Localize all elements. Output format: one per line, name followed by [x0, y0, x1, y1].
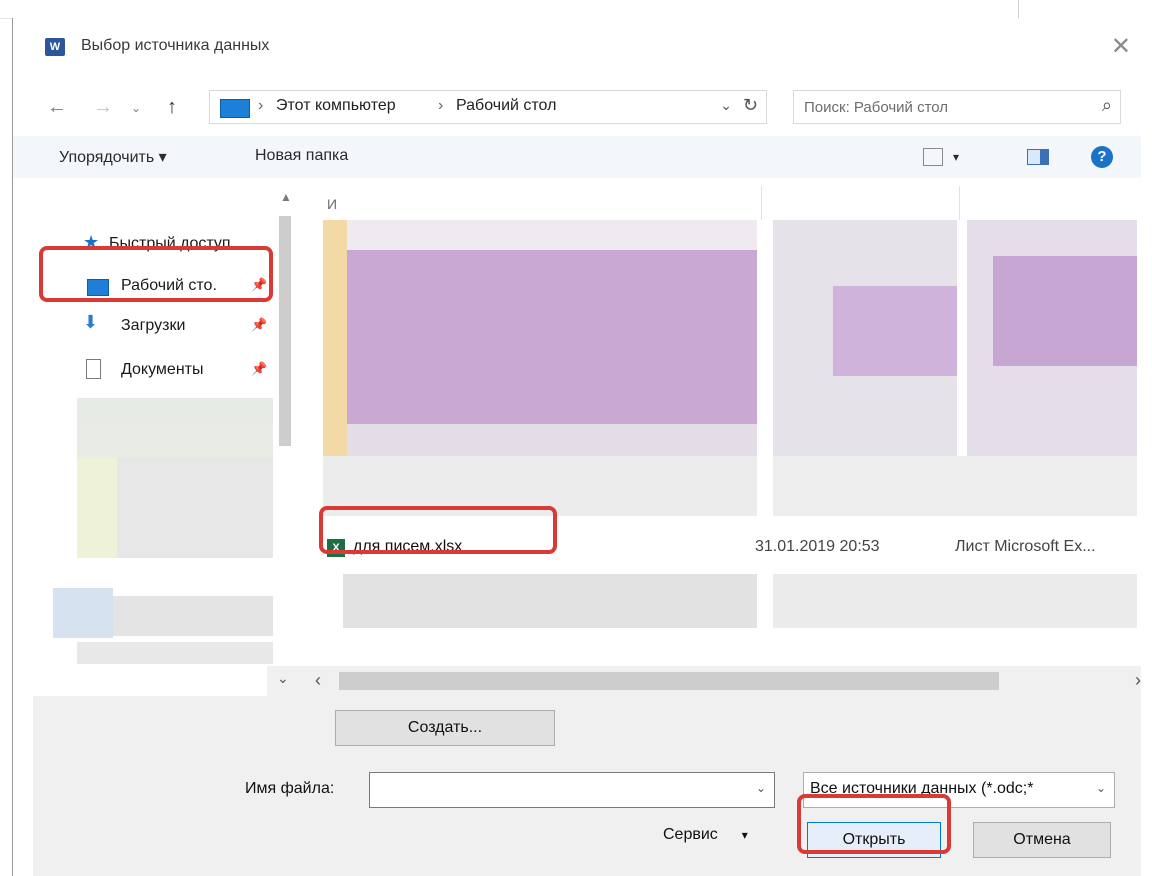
blurred-region [53, 588, 113, 638]
file-type-select[interactable]: Все источники данных (*.odc;* ⌄ [803, 772, 1115, 808]
blurred-region [323, 456, 757, 516]
file-list: И ˆ X для писем.xlsx 31.01.2019 20:53 Ли… [303, 186, 1141, 666]
address-bar[interactable]: › Этот компьютер › Рабочий стол ⌄ ↻ [209, 90, 767, 124]
open-dialog: W Выбор источника данных ✕ ← → ⌄ ↑ › Это… [12, 18, 1152, 876]
view-caret-icon[interactable]: ▾ [953, 150, 959, 164]
blurred-region [77, 458, 117, 558]
help-icon[interactable]: ? [1091, 146, 1113, 168]
desktop-icon [87, 279, 109, 296]
file-type-value: Все источники данных (*.odc;* [810, 780, 1034, 797]
chevron-down-icon: ⌄ [1095, 781, 1106, 795]
refresh-icon[interactable]: ↻ [743, 95, 758, 116]
pin-icon: 📌 [251, 317, 268, 332]
scroll-up-icon[interactable]: ▲ [280, 190, 292, 204]
navigation-scrollbar[interactable]: ▲ [277, 186, 293, 666]
horizontal-scrollbar[interactable]: ‹ › [303, 666, 1141, 696]
blurred-region [993, 256, 1137, 366]
file-date: 31.01.2019 20:53 [755, 538, 880, 555]
view-options-icon[interactable] [923, 148, 943, 166]
nav-item-label: Загрузки [121, 317, 186, 334]
blurred-region [343, 574, 757, 628]
navigation-scroll-down[interactable]: ⌄ [267, 666, 303, 696]
blurred-region [77, 642, 273, 664]
title-bar: W Выбор источника данных ✕ [13, 18, 1141, 78]
back-arrow-icon[interactable]: ← [47, 96, 67, 119]
close-icon[interactable]: ✕ [1111, 32, 1131, 61]
caret-down-icon: ▾ [741, 828, 748, 842]
nav-item-label: Документы [121, 361, 204, 378]
divider [1018, 0, 1019, 18]
blurred-region [833, 286, 957, 376]
blurred-region [773, 574, 1137, 628]
recent-locations-icon[interactable]: ⌄ [131, 101, 141, 115]
blurred-region [323, 220, 347, 456]
column-divider[interactable] [959, 186, 960, 220]
new-folder-button[interactable]: Новая папка [255, 147, 348, 165]
address-row: ← → ⌄ ↑ › Этот компьютер › Рабочий стол … [13, 90, 1141, 126]
blurred-region [77, 398, 273, 424]
organize-button[interactable]: Упорядочить ▾ [59, 147, 167, 167]
up-arrow-icon[interactable]: ↑ [167, 96, 177, 119]
document-icon [86, 359, 101, 379]
blurred-region [113, 596, 273, 636]
scroll-right-icon[interactable]: › [1135, 670, 1141, 691]
background-window-strip [0, 0, 1152, 19]
nav-item-label: Быстрый доступ [109, 235, 231, 252]
breadcrumb-separator: › [438, 97, 444, 114]
star-icon: ★ [83, 232, 100, 252]
download-arrow-icon: ⬇ [83, 312, 99, 332]
search-icon[interactable]: ⌕ [1102, 95, 1112, 116]
pin-icon: 📌 [251, 361, 268, 376]
breadcrumb-desktop[interactable]: Рабочий стол [456, 97, 556, 115]
blurred-region [117, 458, 273, 558]
scroll-left-icon[interactable]: ‹ [315, 670, 321, 691]
dialog-footer: Создать... Имя файла: ⌄ Все источники да… [33, 696, 1141, 876]
nav-item-downloads[interactable]: ⬇ Загрузки 📌 [33, 312, 277, 342]
excel-file-icon: X [327, 539, 345, 557]
scrollbar-thumb[interactable] [339, 672, 999, 690]
service-button[interactable]: Сервис ▾ [663, 826, 748, 844]
navigation-pane: ★ Быстрый доступ Рабочий сто. 📌 ⬇ Загруз… [33, 186, 277, 666]
pin-icon: 📌 [251, 277, 268, 292]
word-app-icon: W [45, 38, 65, 56]
organize-label: Упорядочить [59, 149, 155, 166]
cancel-button[interactable]: Отмена [973, 822, 1111, 858]
filename-combobox[interactable]: ⌄ [369, 772, 775, 808]
service-label: Сервис [663, 826, 718, 843]
blurred-region [347, 424, 757, 456]
create-button[interactable]: Создать... [335, 710, 555, 746]
file-name: для писем.xlsx [353, 538, 463, 555]
search-input[interactable] [802, 96, 1066, 118]
computer-icon [220, 99, 250, 118]
nav-item-label: Рабочий сто. [121, 277, 217, 294]
blurred-region [347, 220, 757, 250]
preview-pane-icon[interactable] [1027, 149, 1049, 165]
blurred-region [77, 424, 273, 458]
scrollbar-thumb[interactable] [279, 216, 291, 446]
chevron-down-icon[interactable]: ⌄ [756, 781, 766, 795]
blurred-region [773, 456, 1137, 516]
forward-arrow-icon[interactable]: → [93, 96, 113, 119]
search-box[interactable]: ⌕ [793, 90, 1121, 124]
sort-up-icon: ˆ [535, 186, 541, 200]
nav-item-desktop[interactable]: Рабочий сто. 📌 [33, 272, 277, 302]
nav-item-quick-access[interactable]: ★ Быстрый доступ [33, 230, 277, 260]
column-divider[interactable] [761, 186, 762, 220]
filename-label: Имя файла: [245, 780, 335, 797]
open-button[interactable]: Открыть [807, 822, 941, 858]
nav-item-documents[interactable]: Документы 📌 [33, 356, 277, 386]
chevron-down-icon[interactable]: ⌄ [720, 97, 732, 114]
filename-input[interactable] [376, 779, 740, 801]
caret-down-icon: ▾ [158, 149, 167, 166]
chevron-down-icon: ⌄ [277, 670, 289, 686]
file-type: Лист Microsoft Ex... [955, 538, 1096, 555]
blurred-region [347, 250, 757, 424]
dialog-title: Выбор источника данных [81, 37, 270, 54]
breadcrumb-separator: › [258, 97, 264, 114]
file-row-xlsx[interactable]: X для писем.xlsx 31.01.2019 20:53 Лист M… [327, 534, 1141, 564]
command-bar: Упорядочить ▾ Новая папка ▾ ? [13, 136, 1141, 178]
breadcrumb-this-pc[interactable]: Этот компьютер [276, 97, 396, 115]
